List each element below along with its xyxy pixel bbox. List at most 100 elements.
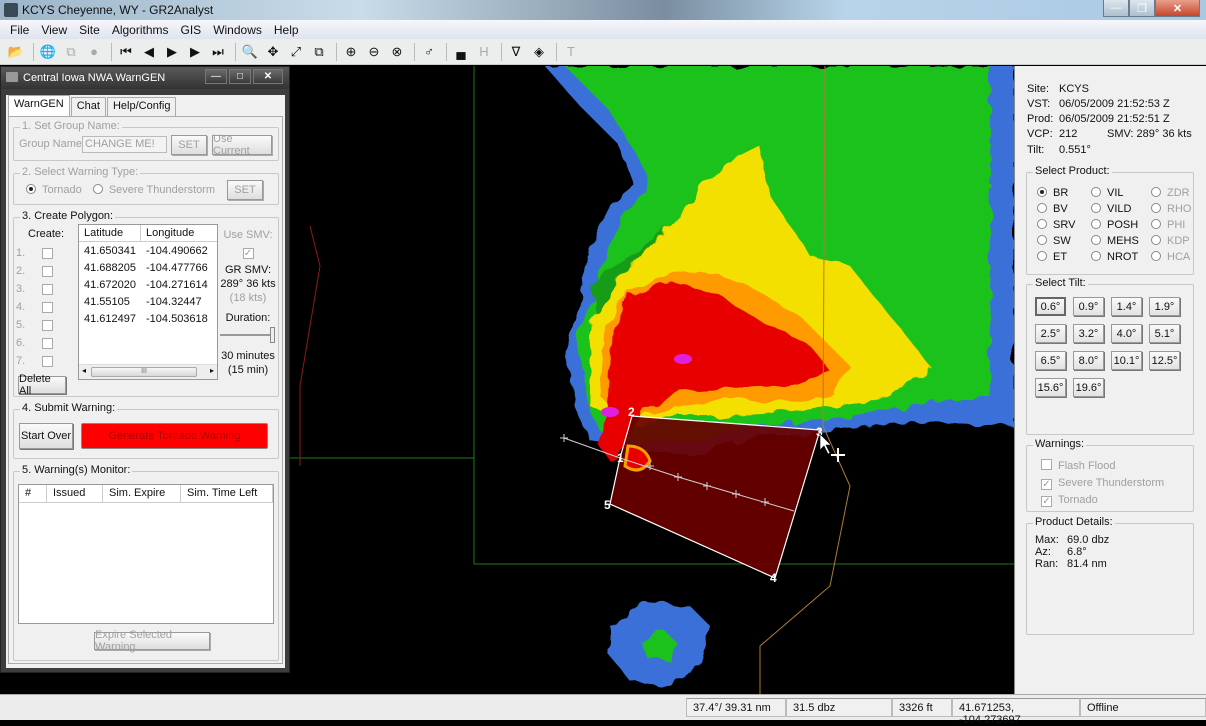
delete-all-button[interactable]: Delete All: [18, 373, 66, 397]
create-point-checkbox[interactable]: [42, 283, 53, 295]
step-forward-button[interactable]: ▶: [185, 42, 205, 62]
col-issued[interactable]: Issued: [47, 485, 103, 502]
polygon-points-list[interactable]: Latitude Longitude 41.650341 -104.490662 41…: [78, 224, 218, 380]
warning-filter-checkbox[interactable]: [1041, 459, 1052, 470]
list-hscrollbar[interactable]: ◂ III ▸: [79, 364, 217, 379]
minimize-button[interactable]: —: [1103, 0, 1129, 17]
layers-button[interactable]: ⧉: [309, 42, 329, 62]
menu-site[interactable]: Site: [79, 23, 100, 37]
product-radio[interactable]: [1091, 187, 1101, 197]
duration-slider-thumb[interactable]: [270, 327, 275, 343]
tilt-button[interactable]: 0.9°: [1073, 297, 1104, 316]
hail-button[interactable]: H: [474, 42, 494, 62]
tilt-button[interactable]: 19.6°: [1073, 378, 1104, 397]
product-radio[interactable]: [1037, 251, 1047, 261]
menu-view[interactable]: View: [41, 23, 67, 37]
product-et-option[interactable]: ET: [1037, 251, 1091, 263]
menu-windows[interactable]: Windows: [213, 23, 262, 37]
menu-help[interactable]: Help: [274, 23, 299, 37]
product-sw-option[interactable]: SW: [1037, 235, 1091, 247]
play-button[interactable]: ▶: [162, 42, 182, 62]
expire-selected-warning-button[interactable]: Expire Selected Warning: [94, 629, 210, 653]
product-radio[interactable]: [1037, 235, 1047, 245]
create-point-checkbox[interactable]: [42, 301, 53, 313]
start-over-button[interactable]: Start Over: [19, 423, 73, 449]
product-br-option[interactable]: BR: [1037, 187, 1091, 199]
polygon-vertex-5[interactable]: 5: [604, 498, 611, 512]
head-button[interactable]: ●: [84, 42, 104, 62]
product-radio[interactable]: [1037, 187, 1047, 197]
longitude-header[interactable]: Longitude: [141, 225, 217, 241]
set-warning-type-button[interactable]: SET: [227, 180, 263, 200]
severe-thunderstorm-radio[interactable]: [92, 184, 103, 194]
product-radio[interactable]: [1091, 235, 1101, 245]
tilt-button[interactable]: 2.5°: [1035, 324, 1066, 343]
product-srv-option[interactable]: SRV: [1037, 219, 1091, 231]
product-zdr-option[interactable]: ZDR: [1151, 187, 1201, 199]
tilt-button[interactable]: 3.2°: [1073, 324, 1104, 343]
scroll-thumb[interactable]: III: [91, 367, 197, 377]
color-table-button[interactable]: ▄: [451, 42, 471, 62]
tilt-button[interactable]: 4.0°: [1111, 324, 1142, 343]
first-frame-button[interactable]: ⏮: [116, 42, 136, 62]
polygon-vertex-1[interactable]: 1: [617, 451, 624, 465]
menu-algorithms[interactable]: Algorithms: [112, 23, 169, 37]
product-kdp-option[interactable]: KDP: [1151, 235, 1201, 247]
diamond-button[interactable]: ◈: [529, 42, 549, 62]
product-radio[interactable]: [1037, 203, 1047, 213]
warnings-monitor-table[interactable]: # Issued Sim. Expire Sim. Time Left: [18, 484, 274, 624]
dialog-close-button[interactable]: ✕: [253, 69, 283, 84]
set-group-button[interactable]: SET: [171, 135, 207, 155]
create-point-checkbox[interactable]: [42, 319, 53, 331]
step-back-button[interactable]: ◀: [139, 42, 159, 62]
product-radio[interactable]: [1091, 203, 1101, 213]
menu-file[interactable]: File: [10, 23, 29, 37]
zoom-out-button[interactable]: ⊖: [364, 42, 384, 62]
create-point-checkbox[interactable]: [42, 337, 53, 349]
globe-button[interactable]: 🌐: [38, 42, 58, 62]
tilt-button[interactable]: 1.9°: [1149, 297, 1180, 316]
open-folder-button[interactable]: 📂: [6, 42, 26, 62]
product-radio[interactable]: [1151, 251, 1161, 261]
use-smv-checkbox[interactable]: ✓: [242, 248, 254, 259]
product-posh-option[interactable]: POSH: [1091, 219, 1151, 231]
storm-track-button[interactable]: ∇: [506, 42, 526, 62]
tilt-button[interactable]: 8.0°: [1073, 351, 1104, 370]
product-rho-option[interactable]: RHO: [1151, 203, 1201, 215]
tilt-button[interactable]: 10.1°: [1111, 351, 1142, 370]
probe-button[interactable]: ♂: [419, 42, 439, 62]
col-sim-expire[interactable]: Sim. Expire: [103, 485, 181, 502]
product-radio[interactable]: [1151, 187, 1161, 197]
warning-filter-checkbox[interactable]: ✓: [1041, 479, 1052, 490]
zoom-reset-button[interactable]: ⊗: [387, 42, 407, 62]
product-nrot-option[interactable]: NROT: [1091, 251, 1151, 263]
tab-warngen[interactable]: WarnGEN: [8, 95, 70, 116]
product-radio[interactable]: [1151, 235, 1161, 245]
tilt-button[interactable]: 0.6°: [1035, 297, 1066, 316]
measure-button[interactable]: ⤢: [286, 42, 306, 62]
radar-display[interactable]: 1 2 3 4 5: [290, 66, 1014, 694]
product-mehs-option[interactable]: MEHS: [1091, 235, 1151, 247]
latitude-header[interactable]: Latitude: [79, 225, 141, 241]
generate-tornado-warning-button[interactable]: Generate Tornado Warning: [81, 423, 268, 449]
dialog-titlebar[interactable]: Central Iowa NWA WarnGEN — □ ✕: [1, 67, 289, 89]
tilt-button[interactable]: 6.5°: [1035, 351, 1066, 370]
tab-help-config[interactable]: Help/Config: [106, 97, 177, 116]
menu-gis[interactable]: GIS: [181, 23, 202, 37]
copy-button[interactable]: ⧉: [61, 42, 81, 62]
polygon-vertex-4[interactable]: 4: [770, 571, 777, 585]
warning-filter-checkbox[interactable]: ✓: [1041, 496, 1052, 507]
polygon-point-row[interactable]: 41.612497 -104.503618: [79, 310, 217, 327]
product-vil-option[interactable]: VIL: [1091, 187, 1151, 199]
last-frame-button[interactable]: ⏭: [208, 42, 228, 62]
tilt-button[interactable]: 5.1°: [1149, 324, 1180, 343]
product-radio[interactable]: [1037, 219, 1047, 229]
product-radio[interactable]: [1151, 203, 1161, 213]
tornado-radio[interactable]: [26, 184, 36, 194]
product-phi-option[interactable]: PHI: [1151, 219, 1201, 231]
dialog-minimize-button[interactable]: —: [205, 69, 227, 84]
radar-map[interactable]: 1 2 3 4 5: [290, 66, 1014, 694]
duration-slider[interactable]: [218, 325, 278, 345]
product-hca-option[interactable]: HCA: [1151, 251, 1201, 263]
warning-filter-item[interactable]: Flash Flood: [1041, 458, 1164, 475]
